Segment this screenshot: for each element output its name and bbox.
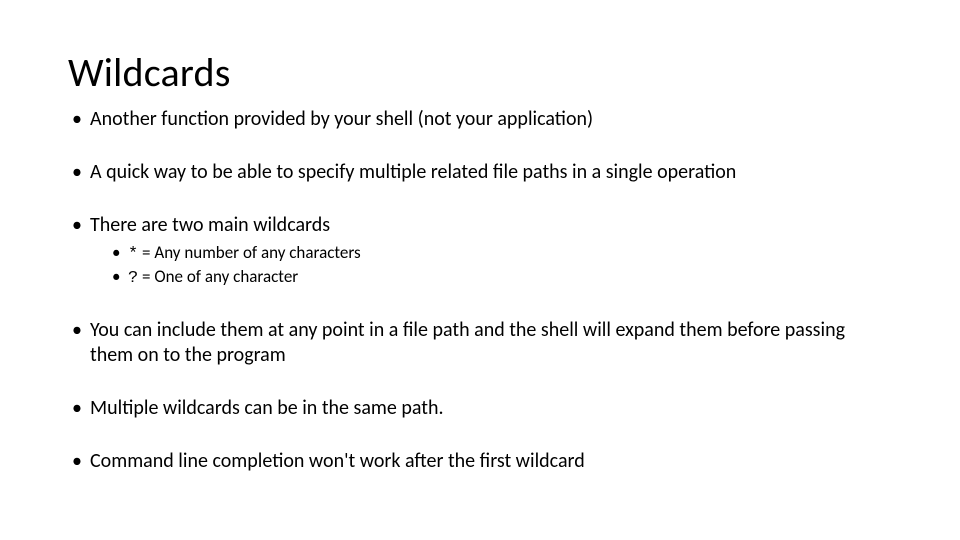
slide: Wildcards Another function provided by y… [0,0,960,540]
slide-title: Wildcards [68,48,892,97]
bullet-item: There are two main wildcards * = Any num… [68,213,892,290]
bullet-text: Another function provided by your shell … [90,107,593,131]
sub-bullet-text: = Any number of any characters [138,242,360,263]
bullet-item: Command line completion won't work after… [68,449,892,474]
bullet-item: Another function provided by your shell … [68,107,892,132]
sub-bullet-list: * = Any number of any characters ? = One… [110,242,892,290]
bullet-text: Command line completion won't work after… [90,449,585,473]
bullet-list: Another function provided by your shell … [68,107,892,474]
wildcard-symbol: * [128,245,138,264]
bullet-item: A quick way to be able to specify multip… [68,160,892,185]
bullet-text: You can include them at any point in a f… [90,318,892,368]
bullet-text: There are two main wildcards [90,213,330,237]
sub-bullet-item: * = Any number of any characters [110,242,892,266]
sub-bullet-text: = One of any character [138,266,298,287]
bullet-item: You can include them at any point in a f… [68,318,892,368]
bullet-text: Multiple wildcards can be in the same pa… [90,396,444,420]
sub-bullet-item: ? = One of any character [110,266,892,290]
bullet-text: A quick way to be able to specify multip… [90,160,736,184]
bullet-item: Multiple wildcards can be in the same pa… [68,396,892,421]
wildcard-symbol: ? [128,269,138,288]
